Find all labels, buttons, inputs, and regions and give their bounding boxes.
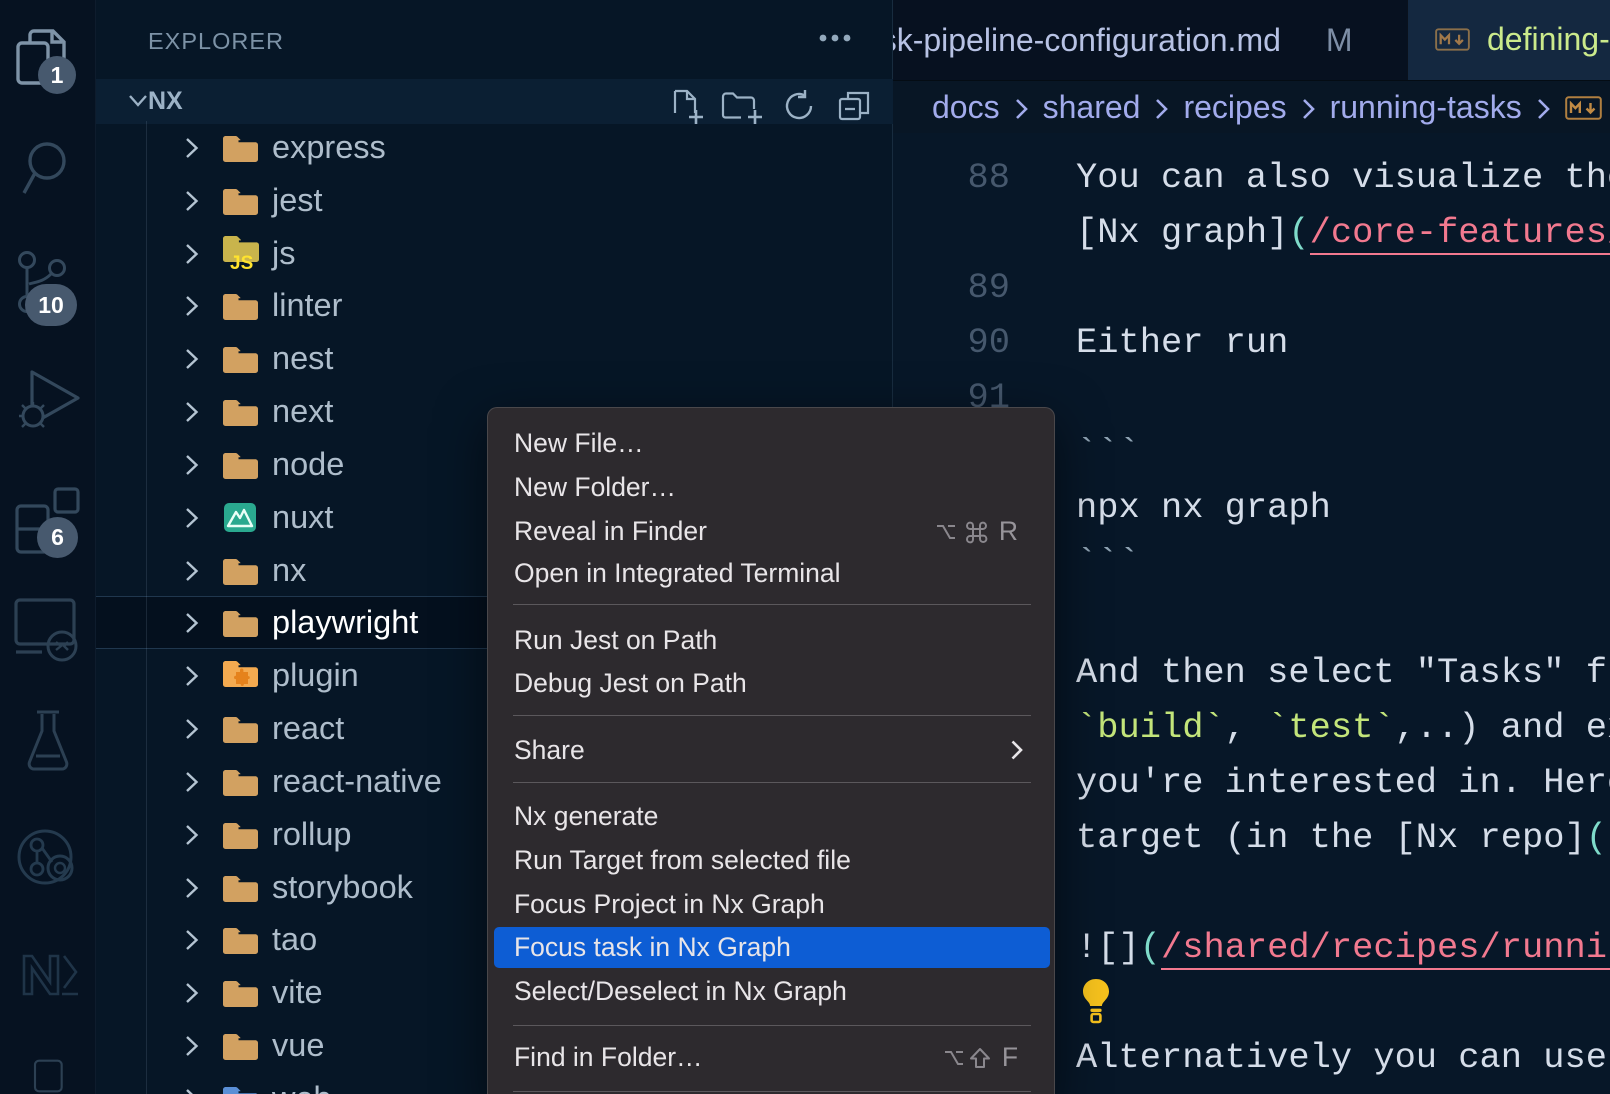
svg-text:JS: JS — [230, 253, 253, 270]
